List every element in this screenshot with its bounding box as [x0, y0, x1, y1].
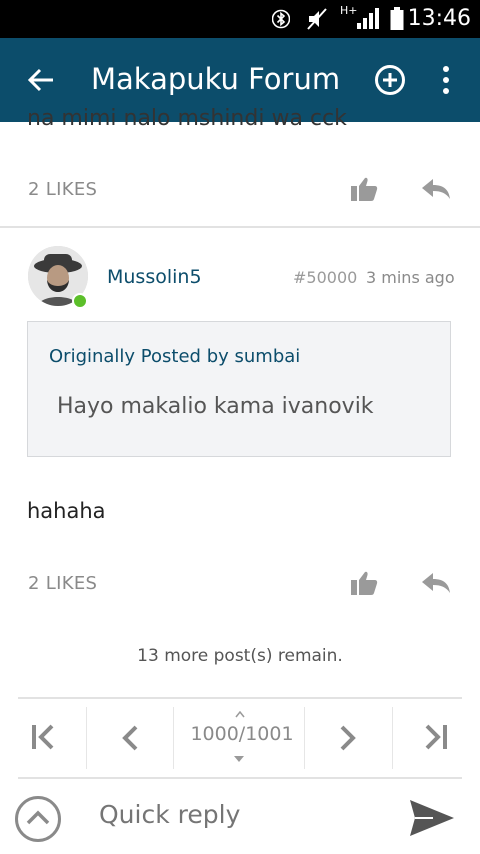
app-title: Makapuku Forum: [91, 62, 341, 96]
network-type-label: H+: [340, 4, 358, 17]
more-vert-icon[interactable]: [441, 65, 451, 100]
pager-separator: [392, 707, 393, 769]
status-time: 13:46: [407, 6, 471, 31]
post-username[interactable]: Mussolin5: [107, 266, 202, 288]
previous-post-likes: 2 LIKES: [28, 179, 98, 200]
back-arrow-icon[interactable]: [26, 65, 56, 100]
reply-icon[interactable]: [421, 178, 451, 205]
pager-separator: [173, 707, 174, 769]
post-likes: 2 LIKES: [28, 573, 98, 594]
post-divider: [0, 226, 480, 228]
quick-reply-bar: [0, 780, 480, 854]
battery-icon: [390, 7, 404, 36]
pager-separator: [304, 707, 305, 769]
remaining-posts: 13 more post(s) remain.: [137, 646, 343, 666]
online-status-dot: [72, 293, 88, 309]
quote-header[interactable]: Originally Posted by sumbai: [49, 346, 300, 367]
status-bar: H+ 13:46: [0, 0, 480, 38]
quick-reply-input[interactable]: [99, 800, 379, 829]
mute-icon: [306, 7, 328, 36]
page-indicator[interactable]: 1000/1001: [178, 723, 306, 745]
quote-block: Originally Posted by sumbai Hayo makalio…: [27, 321, 451, 457]
post-message: hahaha: [27, 499, 106, 523]
send-icon[interactable]: [409, 798, 455, 843]
bluetooth-icon: [271, 7, 291, 36]
quote-text: Hayo makalio kama ivanovik: [57, 394, 374, 419]
like-thumb-icon[interactable]: [350, 570, 378, 601]
pager-separator: [86, 707, 87, 769]
previous-post-text: na mimi nalo mshindi wa cck: [27, 106, 347, 131]
pagination-bar: 1000/1001: [18, 697, 462, 779]
expand-chevron-icon[interactable]: [14, 795, 62, 848]
signal-icon: [356, 7, 382, 36]
post-time: 3 mins ago: [366, 268, 455, 287]
reply-icon[interactable]: [421, 572, 451, 599]
like-thumb-icon[interactable]: [350, 176, 378, 207]
add-circle-icon[interactable]: [374, 64, 406, 101]
post-number[interactable]: #50000: [293, 268, 357, 287]
